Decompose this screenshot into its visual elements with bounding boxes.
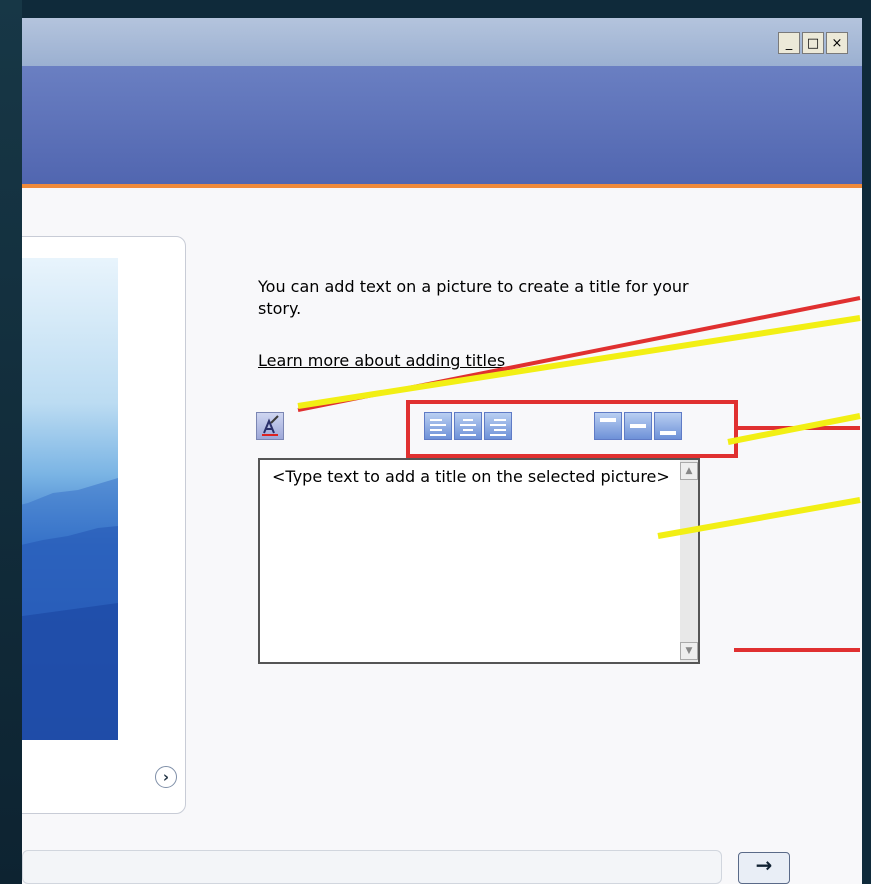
content-area: › You can add text on a picture to creat… bbox=[22, 188, 862, 884]
position-bottom-button[interactable] bbox=[654, 412, 682, 440]
desktop-background-top bbox=[0, 0, 871, 18]
align-right-button[interactable] bbox=[484, 412, 512, 440]
learn-more-link[interactable]: Learn more about adding titles bbox=[258, 351, 505, 370]
minimize-button[interactable]: _ bbox=[778, 32, 800, 54]
forward-button[interactable]: → bbox=[738, 852, 790, 884]
scroll-down-arrow-icon[interactable]: ▼ bbox=[680, 642, 698, 660]
font-pen-icon bbox=[262, 415, 279, 436]
close-button[interactable]: × bbox=[826, 32, 848, 54]
window-controls: _ □ × bbox=[778, 32, 848, 54]
picture-preview bbox=[22, 258, 118, 740]
window-titlebar: _ □ × bbox=[22, 18, 862, 66]
header-band bbox=[22, 66, 862, 184]
title-text-input[interactable]: <Type text to add a title on the selecte… bbox=[258, 458, 700, 664]
maximize-button[interactable]: □ bbox=[802, 32, 824, 54]
mountain-landscape-image bbox=[22, 478, 118, 740]
text-font-button[interactable] bbox=[256, 412, 284, 440]
title-text-placeholder: <Type text to add a title on the selecte… bbox=[272, 467, 670, 486]
story-progress-bar bbox=[22, 850, 722, 884]
position-middle-button[interactable] bbox=[624, 412, 652, 440]
align-left-button[interactable] bbox=[424, 412, 452, 440]
desktop-background-left bbox=[0, 0, 22, 884]
align-center-button[interactable] bbox=[454, 412, 482, 440]
position-top-button[interactable] bbox=[594, 412, 622, 440]
desktop-background-right bbox=[862, 0, 871, 884]
textbox-scrollbar[interactable]: ▲ ▼ bbox=[680, 460, 698, 662]
story-window: _ □ × › You can add text on a picture to… bbox=[22, 18, 862, 884]
scroll-up-arrow-icon[interactable]: ▲ bbox=[680, 462, 698, 480]
instructions-text: You can add text on a picture to create … bbox=[258, 277, 689, 318]
next-picture-button[interactable]: › bbox=[155, 766, 177, 788]
